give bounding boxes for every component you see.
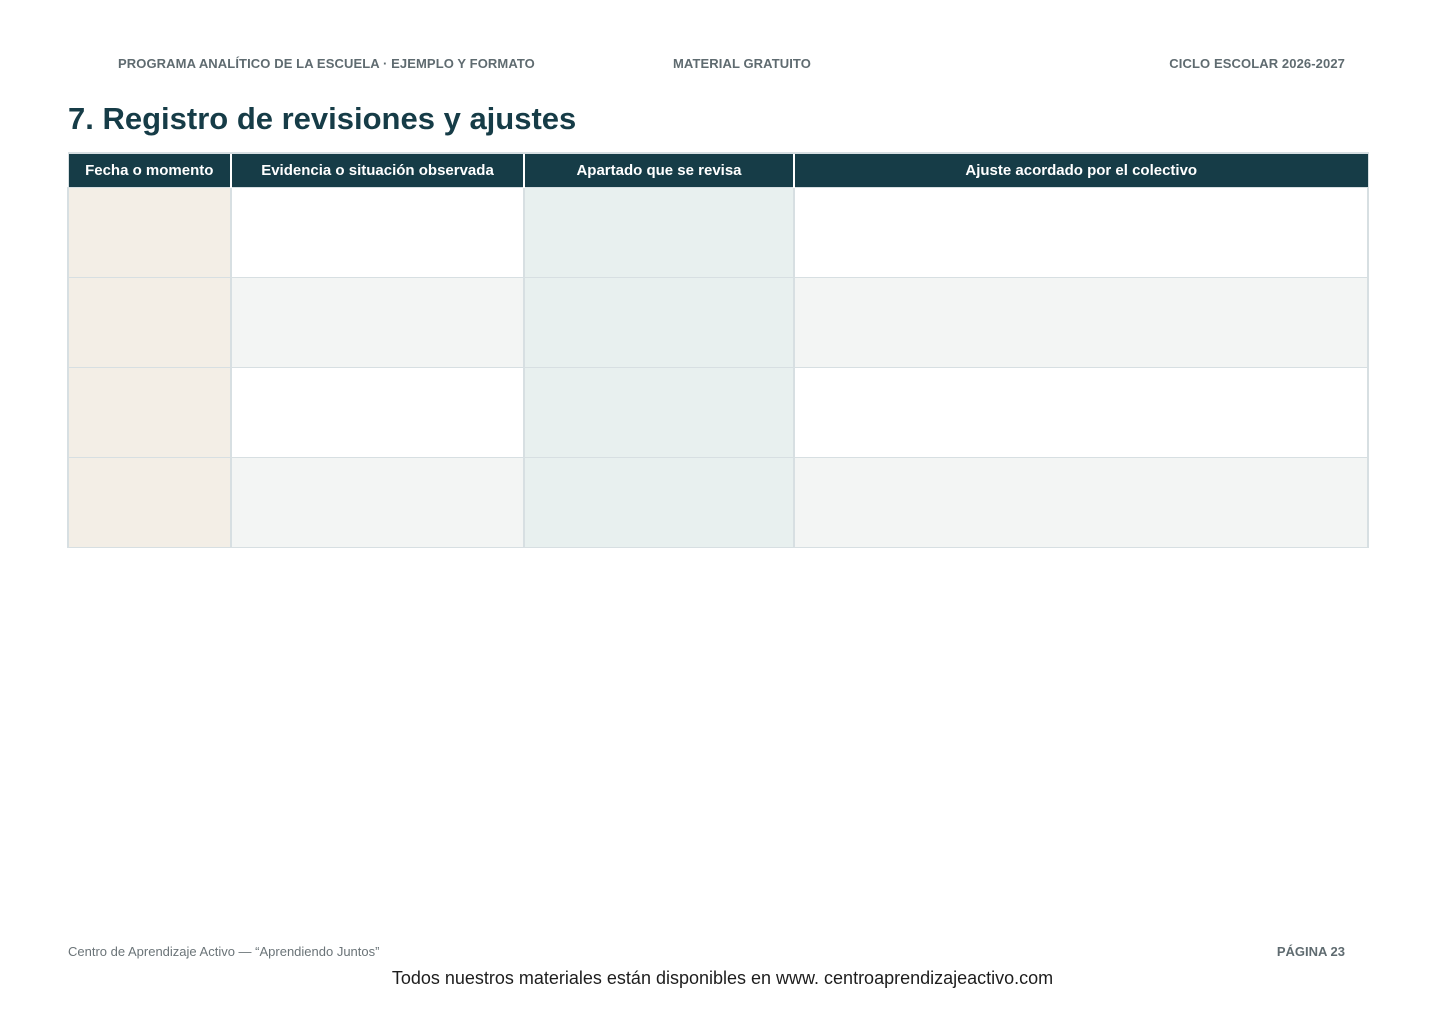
footer-website-note: Todos nuestros materiales están disponib… xyxy=(391,968,1054,988)
cell-evidencia[interactable] xyxy=(230,457,525,548)
column-header-fecha: Fecha o momento xyxy=(67,152,232,188)
cell-ajuste[interactable] xyxy=(793,277,1369,368)
column-header-ajuste: Ajuste acordado por el colectivo xyxy=(793,152,1369,188)
table-row xyxy=(67,187,1369,278)
cell-fecha[interactable] xyxy=(67,457,232,548)
table-row xyxy=(67,277,1369,368)
cell-apartado[interactable] xyxy=(523,367,795,458)
cell-fecha[interactable] xyxy=(67,277,232,368)
cell-evidencia[interactable] xyxy=(230,277,525,368)
cell-ajuste[interactable] xyxy=(793,457,1369,548)
cell-ajuste[interactable] xyxy=(793,187,1369,278)
footer-organization: Centro de Aprendizaje Activo — “Aprendie… xyxy=(68,944,380,959)
table-header-row: Fecha o momento Evidencia o situación ob… xyxy=(67,152,1369,188)
column-header-apartado: Apartado que se revisa xyxy=(523,152,795,188)
cell-evidencia[interactable] xyxy=(230,187,525,278)
cell-ajuste[interactable] xyxy=(793,367,1369,458)
cell-apartado[interactable] xyxy=(523,277,795,368)
cell-fecha[interactable] xyxy=(67,367,232,458)
revisions-table: Fecha o momento Evidencia o situación ob… xyxy=(67,152,1369,548)
header-school-cycle: CICLO ESCOLAR 2026-2027 xyxy=(1169,56,1345,71)
table-row xyxy=(67,457,1369,548)
cell-apartado[interactable] xyxy=(523,457,795,548)
header-program-title: PROGRAMA ANALÍTICO DE LA ESCUELA · EJEMP… xyxy=(118,56,535,71)
table-row xyxy=(67,367,1369,458)
cell-evidencia[interactable] xyxy=(230,367,525,458)
cell-apartado[interactable] xyxy=(523,187,795,278)
page-number: PÁGINA 23 xyxy=(1276,944,1345,959)
section-title: 7. Registro de revisiones y ajustes xyxy=(68,101,577,136)
header-material-label: MATERIAL GRATUITO xyxy=(673,56,811,71)
column-header-evidencia: Evidencia o situación observada xyxy=(230,152,525,188)
cell-fecha[interactable] xyxy=(67,187,232,278)
